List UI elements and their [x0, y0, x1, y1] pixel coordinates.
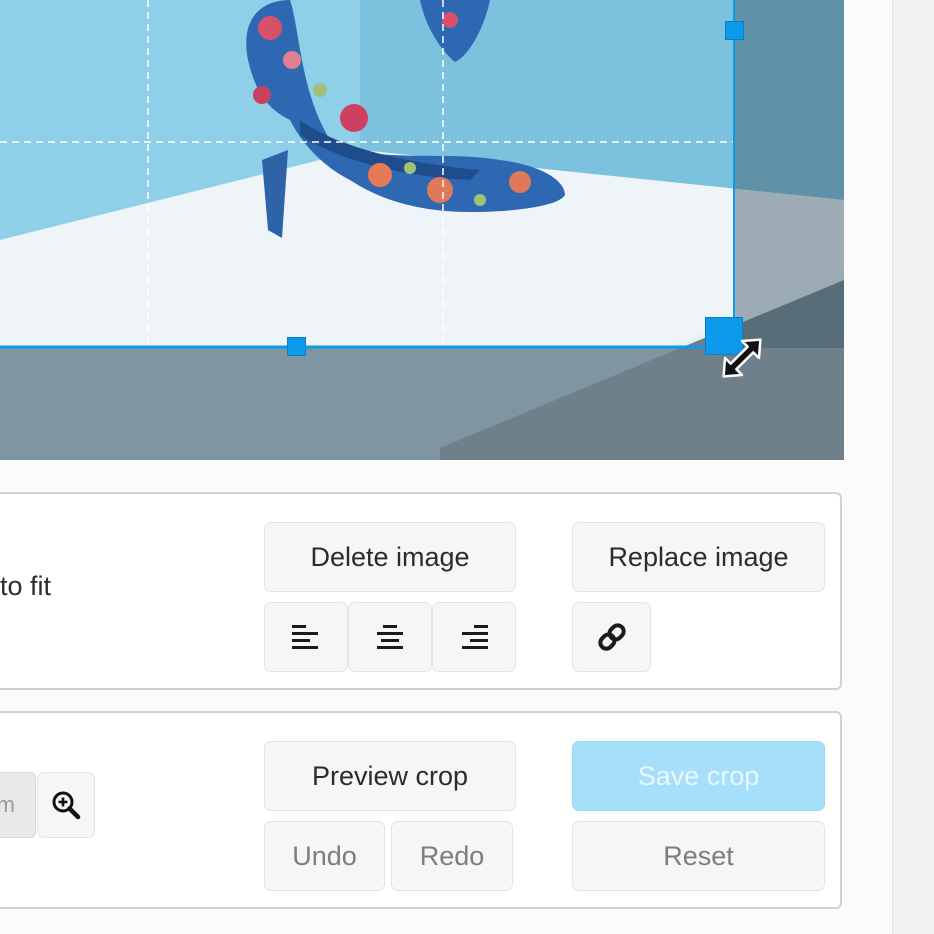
reset-button[interactable]: Reset — [572, 821, 825, 891]
link-icon — [595, 620, 629, 654]
product-photo — [0, 0, 844, 460]
zoom-field[interactable]: m — [0, 772, 36, 838]
crop-handle-top-right[interactable] — [725, 21, 744, 40]
align-center-button[interactable] — [348, 602, 432, 672]
save-crop-button[interactable]: Save crop — [572, 741, 825, 811]
image-crop-canvas[interactable] — [0, 0, 844, 460]
preview-crop-button[interactable]: Preview crop — [264, 741, 516, 811]
align-right-button[interactable] — [432, 602, 516, 672]
zoom-in-icon — [51, 790, 81, 820]
align-center-icon — [375, 623, 405, 651]
undo-button[interactable]: Undo — [264, 821, 385, 891]
fit-option-label: to fit — [0, 571, 52, 601]
link-button[interactable] — [572, 602, 651, 672]
resize-diagonal-cursor-icon — [714, 330, 770, 386]
crop-handle-bottom-middle[interactable] — [287, 337, 306, 356]
scroll-gutter — [892, 0, 934, 934]
zoom-field-text: m — [0, 792, 15, 818]
align-right-icon — [459, 623, 489, 651]
redo-button[interactable]: Redo — [391, 821, 513, 891]
align-left-button[interactable] — [264, 602, 348, 672]
zoom-in-button[interactable] — [37, 772, 95, 838]
align-left-icon — [291, 623, 321, 651]
delete-image-button[interactable]: Delete image — [264, 522, 516, 592]
replace-image-button[interactable]: Replace image — [572, 522, 825, 592]
